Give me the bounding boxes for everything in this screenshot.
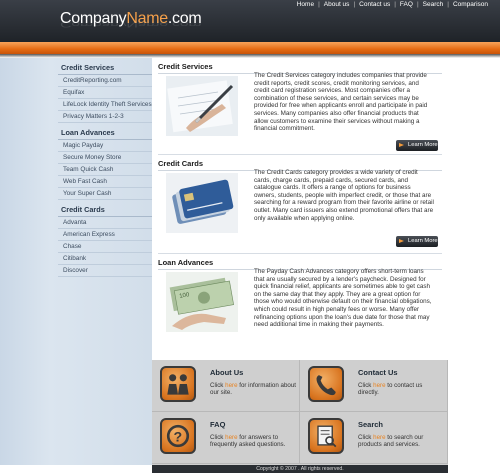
tile-title: About Us [210,368,244,377]
section-text: The Payday Cash Advances category offers… [254,268,432,329]
section-loan-advances: Loan Advances 100 The Payday Cash Advanc… [158,254,442,360]
tile-text: Click here for answers to frequently ask… [210,434,286,449]
logo-reflection: CompanyName.com [60,19,202,29]
phone-icon [308,366,344,402]
sidebar-item-citibank[interactable]: Citibank [58,253,152,265]
nav-about-us[interactable]: About us [320,1,354,8]
sidebar-item-privacy-matters[interactable]: Privacy Matters 1-2-3 [58,111,152,123]
sidebar-group-loan-advances: Loan Advances [58,127,152,140]
sidebar-item-equifax[interactable]: Equifax [58,87,152,99]
search-here-link[interactable]: here [373,434,385,441]
sidebar-item-advanta[interactable]: Advanta [58,217,152,229]
sidebar-item-secure-money-store[interactable]: Secure Money Store [58,152,152,164]
nav-faq[interactable]: FAQ [396,1,417,8]
sidebar-item-your-super-cash[interactable]: Your Super Cash [58,188,152,200]
faq-here-link[interactable]: here [225,434,237,441]
sidebar-item-american-express[interactable]: American Express [58,229,152,241]
sidebar-item-discover[interactable]: Discover [58,265,152,277]
site-header: CompanyName.com CompanyName.com Home | Ab… [0,0,500,42]
sidebar-item-team-quick-cash[interactable]: Team Quick Cash [58,164,152,176]
sidebar-group-credit-services: Credit Services [58,62,152,75]
tile-text: Click here to contact us directly. [358,382,423,397]
quick-links-panel: About Us Click here for information abou… [152,360,448,465]
sidebar-item-chase[interactable]: Chase [58,241,152,253]
footer-copyright: Copyright © 2007 . All rights reserved. [152,465,448,473]
sidebar-item-lifelock[interactable]: LifeLock Identity Theft Services [58,99,152,111]
people-icon [160,366,196,402]
question-icon: ? [160,418,196,454]
tile-contact-us[interactable]: Contact Us Click here to contact us dire… [300,360,448,412]
top-navigation: Home | About us | Contact us | FAQ | Search |… [293,1,492,8]
sidebar-group-credit-cards: Credit Cards [58,204,152,217]
section-text: The Credit Cards category provides a wid… [254,169,434,222]
credit-cards-image [166,173,238,233]
tile-title: FAQ [210,420,226,429]
right-margin [448,58,500,473]
tile-title: Contact Us [358,368,398,377]
tile-search[interactable]: Search Click here to search our products… [300,412,448,464]
tile-text: Click here to search our products and se… [358,434,424,449]
sidebar: Credit Services CreditReporting.com Equi… [0,58,152,465]
learn-more-button[interactable]: Learn More [396,236,438,247]
money-hand-image: 100 [166,272,238,332]
document-search-icon [308,418,344,454]
tile-title: Search [358,420,384,429]
nav-contact-us[interactable]: Contact us [355,1,394,8]
section-credit-services: Credit Services The Credit Services cate… [158,58,442,154]
tile-about-us[interactable]: About Us Click here for information abou… [152,360,300,412]
learn-more-button[interactable]: Learn More [396,140,438,151]
pen-writing-image [166,76,238,136]
tile-text: Click here for information about our sit… [210,382,296,397]
main-content: Credit Services The Credit Services cate… [152,58,448,360]
contact-here-link[interactable]: here [373,382,385,389]
section-text: The Credit Services category includes co… [254,72,428,133]
nav-home[interactable]: Home [293,1,318,8]
svg-text:?: ? [174,429,183,445]
nav-search[interactable]: Search [419,1,448,8]
section-credit-cards: Credit Cards The Credit Cards category p… [158,155,442,253]
about-here-link[interactable]: here [225,382,237,389]
sidebar-item-creditreporting[interactable]: CreditReporting.com [58,75,152,87]
nav-comparison[interactable]: Comparison [449,1,492,8]
sidebar-item-web-fast-cash[interactable]: Web Fast Cash [58,176,152,188]
tile-faq[interactable]: ? FAQ Click here for answers to frequent… [152,412,300,464]
sidebar-item-magic-payday[interactable]: Magic Payday [58,140,152,152]
orange-accent-bar [0,42,500,54]
